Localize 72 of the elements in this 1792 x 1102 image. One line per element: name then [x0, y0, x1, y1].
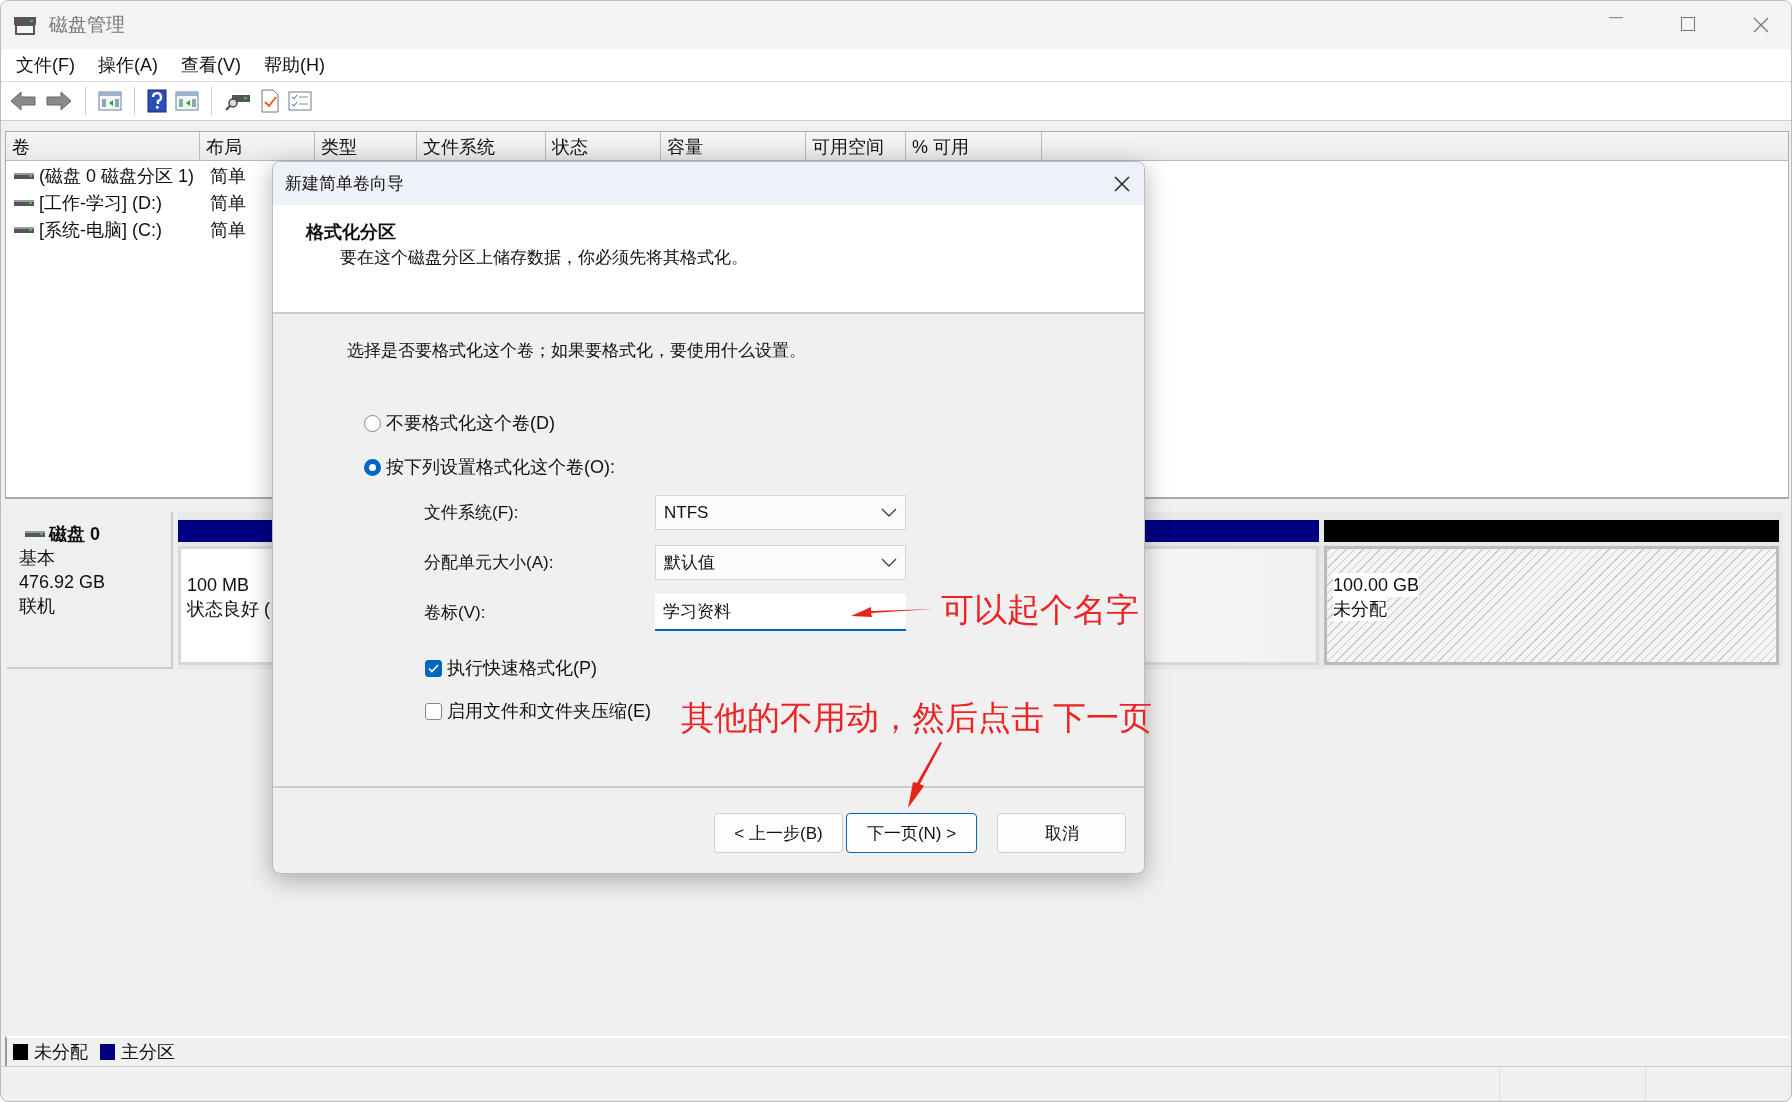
- legend-label: 未分配: [34, 1041, 88, 1064]
- column-header[interactable]: 状态: [546, 132, 661, 160]
- drive-icon: [13, 14, 37, 36]
- disk-type: 基本: [19, 547, 56, 570]
- page-subtitle: 要在这个磁盘分区上储存数据，你必须先将其格式化。: [340, 247, 749, 269]
- annotation-text: 可以起个名字: [941, 590, 1139, 630]
- drive-icon: [25, 530, 45, 538]
- menu-item[interactable]: 查看(V): [172, 53, 251, 77]
- radio-label[interactable]: 按下列设置格式化这个卷(O):: [386, 455, 615, 479]
- partition-box[interactable]: 100.00 GB 未分配: [1324, 546, 1779, 665]
- checkbox[interactable]: [425, 659, 442, 677]
- window-title: 磁盘管理: [49, 13, 126, 37]
- page-heading: 格式化分区: [306, 221, 397, 244]
- column-header[interactable]: 布局: [200, 132, 315, 160]
- volume-name: [系统-电脑] (C:): [39, 218, 162, 242]
- radio-button[interactable]: [364, 458, 381, 476]
- chevron-down-icon: [881, 558, 897, 567]
- check-icon: [428, 663, 439, 673]
- document-check-icon[interactable]: [260, 89, 280, 113]
- checkbox-label[interactable]: 启用文件和文件夹压缩(E): [447, 699, 651, 723]
- column-header[interactable]: 类型: [315, 132, 417, 160]
- disk-name: 磁盘 0: [49, 523, 100, 546]
- partition-size: 100.00 GB: [1333, 573, 1420, 597]
- back-arrow-icon[interactable]: [9, 90, 37, 112]
- dropdown[interactable]: 默认值: [655, 545, 906, 580]
- window-panel-icon[interactable]: [175, 91, 199, 111]
- checklist-icon[interactable]: [288, 91, 312, 111]
- checkbox-label[interactable]: 执行快速格式化(P): [447, 656, 597, 680]
- partition-size: 100 MB: [187, 574, 250, 597]
- column-header[interactable]: 文件系统: [417, 132, 546, 160]
- maximize-icon[interactable]: [1681, 17, 1695, 31]
- window-panel-icon[interactable]: [98, 91, 122, 111]
- drive-icon: [14, 198, 34, 207]
- checkbox[interactable]: [425, 702, 442, 720]
- column-header[interactable]: 卷: [6, 132, 200, 160]
- dialog-button[interactable]: 下一页(N) >: [846, 813, 977, 853]
- drive-icon: [14, 225, 34, 234]
- radio-button[interactable]: [364, 414, 381, 432]
- table-cell: 简单: [210, 165, 246, 186]
- dialog-title: 新建简单卷向导: [285, 173, 405, 195]
- field-label: 卷标(V):: [424, 602, 487, 624]
- minimize-icon[interactable]: [1609, 17, 1623, 19]
- dialog-button[interactable]: < 上一步(B): [714, 813, 843, 853]
- radio-label[interactable]: 不要格式化这个卷(D): [386, 411, 555, 435]
- column-header[interactable]: 可用空间: [806, 132, 906, 160]
- menu-item[interactable]: 帮助(H): [255, 53, 335, 77]
- disk-status: 联机: [19, 595, 56, 618]
- field-label: 分配单元大小(A):: [424, 552, 555, 574]
- table-cell: 简单: [210, 219, 246, 240]
- volume-name: (磁盘 0 磁盘分区 1): [39, 164, 194, 188]
- table-cell: 简单: [210, 192, 246, 213]
- field-label: 文件系统(F):: [424, 502, 520, 524]
- instruction-text: 选择是否要格式化这个卷；如果要格式化，要使用什么设置。: [347, 340, 807, 361]
- volume-name: [工作-学习] (D:): [39, 191, 162, 215]
- annotation-text: 其他的不用动，然后点击 下一页: [681, 698, 1153, 738]
- input-field[interactable]: 学习资料: [655, 594, 906, 631]
- menu-item[interactable]: 操作(A): [89, 53, 168, 77]
- forward-arrow-icon[interactable]: [45, 90, 73, 112]
- column-header[interactable]: % 可用: [906, 132, 1042, 160]
- column-header[interactable]: 容量: [661, 132, 806, 160]
- legend-label: 主分区: [121, 1041, 175, 1064]
- menu-item[interactable]: 文件(F): [7, 53, 85, 77]
- annotation-arrow: [908, 742, 942, 808]
- partition-status: 状态良好 (: [187, 598, 270, 621]
- dialog-button[interactable]: 取消: [997, 813, 1126, 853]
- dropdown[interactable]: NTFS: [655, 495, 906, 530]
- disk-size: 476.92 GB: [19, 571, 107, 594]
- help-icon[interactable]: [147, 89, 167, 113]
- close-icon[interactable]: [1114, 175, 1130, 192]
- chevron-down-icon: [881, 508, 897, 517]
- partition-status: 未分配: [1333, 597, 1387, 621]
- drive-icon: [14, 171, 34, 180]
